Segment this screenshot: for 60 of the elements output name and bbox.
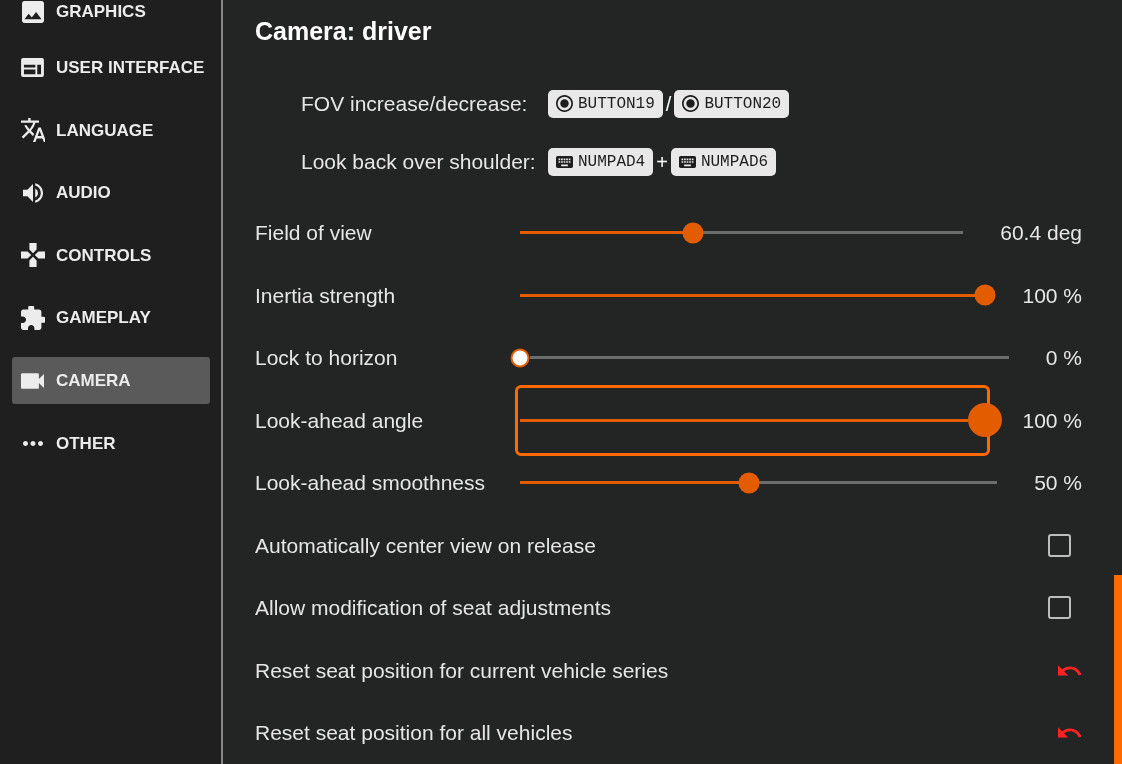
slider-track[interactable]	[520, 231, 964, 235]
undo-icon	[1058, 727, 1081, 739]
slider-thumb[interactable]	[682, 222, 704, 244]
radio-button-icon	[682, 95, 700, 112]
sidebar-item[interactable]: GRAPHICS	[12, 0, 210, 35]
translate-icon	[20, 118, 45, 143]
slider-thumb[interactable]	[510, 348, 530, 368]
key-binding-button[interactable]: NUMPAD6	[670, 147, 777, 176]
sidebar-item[interactable]: CAMERA	[12, 357, 210, 405]
gamepad-icon	[20, 243, 45, 268]
slider-track[interactable]	[520, 293, 975, 297]
slider-value: 60.4 deg	[1000, 220, 1082, 246]
sidebar-item[interactable]: USER INTERFACE	[12, 44, 210, 92]
slider-value: 100 %	[1022, 407, 1082, 434]
section-title: Camera: driver	[255, 15, 432, 47]
setting-label: Lock to horizon	[255, 345, 398, 371]
setting-label: Look-ahead angle	[255, 407, 424, 434]
setting-label: Look-ahead smoothness	[255, 470, 485, 496]
reset-button[interactable]	[1058, 664, 1081, 676]
setting-label: Reset seat position for current vehicle series	[255, 657, 669, 684]
keyboard-icon	[678, 155, 696, 168]
key-separator: +	[655, 149, 669, 175]
setting-label: Allow modification of seat adjustments	[255, 595, 611, 621]
sidebar-item[interactable]: AUDIO	[12, 169, 210, 217]
sidebar-item[interactable]: CONTROLS	[12, 231, 210, 279]
slider-thumb[interactable]	[968, 403, 1003, 438]
radio-button-icon	[556, 95, 573, 112]
image-icon	[21, 0, 44, 23]
slider-value: 50 %	[1034, 470, 1082, 496]
setting-label: Reset seat position for all vehicles	[255, 720, 573, 746]
slider-track[interactable]	[520, 418, 969, 422]
slider-track[interactable]	[529, 356, 1009, 360]
undo-icon	[1058, 664, 1081, 676]
keybinding-label: Look back over shoulder:	[301, 148, 537, 175]
slider-value: 100 %	[1022, 282, 1082, 309]
puzzle-piece-icon	[20, 305, 45, 330]
sidebar-item[interactable]: GAMEPLAY	[12, 294, 210, 342]
checkbox[interactable]	[1048, 533, 1071, 557]
setting-label: Automatically center view on release	[255, 532, 596, 559]
sidebar-item[interactable]: LANGUAGE	[12, 106, 210, 154]
more-icon	[22, 440, 43, 446]
setting-label: Inertia strength	[255, 282, 396, 309]
reset-button[interactable]	[1058, 727, 1081, 739]
slider-thumb[interactable]	[738, 472, 760, 494]
key-binding-button[interactable]: NUMPAD4	[548, 147, 654, 176]
video-camera-icon	[21, 372, 44, 389]
keyboard-icon	[556, 155, 573, 168]
window-layout-icon	[21, 58, 44, 78]
speaker-icon	[23, 182, 43, 203]
setting-label: Field of view	[255, 220, 372, 246]
key-binding-button[interactable]: BUTTON19	[548, 89, 663, 118]
slider-value: 0 %	[1045, 345, 1082, 371]
slider-thumb[interactable]	[974, 284, 996, 306]
scrollbar-thumb[interactable]	[1114, 575, 1122, 764]
slider-track[interactable]	[520, 481, 998, 485]
key-separator: /	[664, 91, 673, 117]
sidebar-item[interactable]: OTHER	[12, 419, 210, 467]
checkbox[interactable]	[1048, 596, 1071, 620]
keybinding-label: FOV increase/decrease:	[301, 90, 529, 117]
key-binding-button[interactable]: BUTTON20	[674, 89, 790, 118]
